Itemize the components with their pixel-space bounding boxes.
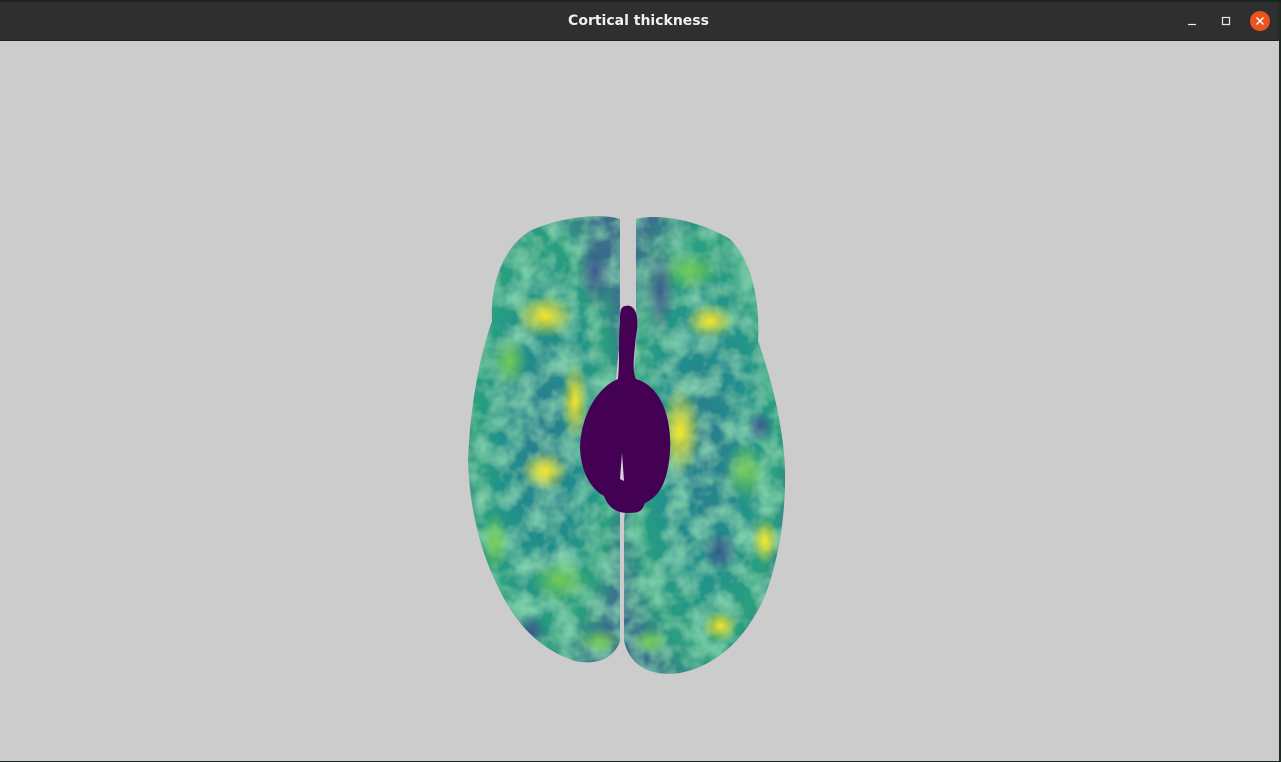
title-bar[interactable]: Cortical thickness [0, 2, 1277, 41]
render-viewport[interactable] [0, 41, 1279, 761]
close-button[interactable] [1250, 11, 1270, 31]
minimize-icon [1188, 23, 1196, 26]
app-window: Cortical thickness [0, 2, 1279, 761]
close-icon [1256, 17, 1264, 25]
minimize-button[interactable] [1182, 11, 1202, 31]
maximize-button[interactable] [1216, 11, 1236, 31]
maximize-icon [1221, 16, 1231, 26]
window-title: Cortical thickness [568, 13, 709, 29]
brain-render[interactable] [0, 41, 1279, 761]
